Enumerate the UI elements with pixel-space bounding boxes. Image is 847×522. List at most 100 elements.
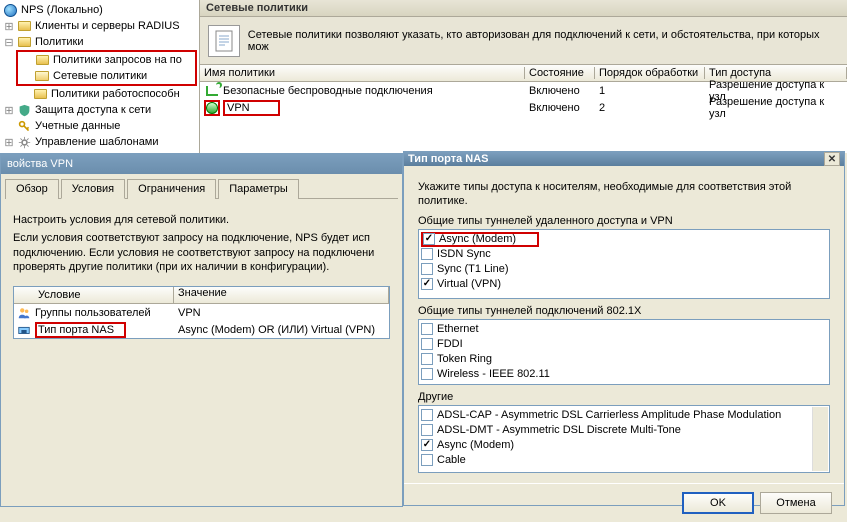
check-option[interactable]: Async (Modem) (421, 232, 539, 247)
policy-order: 1 (595, 85, 705, 97)
checkbox-icon[interactable] (423, 233, 435, 245)
check-option[interactable]: Sync (T1 Line) (421, 262, 827, 277)
checkbox-icon[interactable] (421, 409, 433, 421)
gear-icon (16, 134, 32, 150)
tab-params[interactable]: Параметры (218, 179, 299, 199)
tree-item-templates[interactable]: ⊞ Управление шаблонами (2, 134, 197, 150)
dialog-body: Укажите типы доступа к носителям, необхо… (404, 166, 844, 483)
tree-item-req-policies[interactable]: Политики запросов на по (18, 52, 195, 68)
checkbox-icon[interactable] (421, 263, 433, 275)
checkbox-icon[interactable] (421, 454, 433, 466)
scrollbar[interactable] (812, 407, 828, 471)
check-option[interactable]: ADSL-DMT - Asymmetric DSL Discrete Multi… (421, 423, 811, 438)
folder-icon (16, 34, 32, 50)
tree-label: Сетевые политики (53, 70, 147, 82)
dialog-intro: Укажите типы доступа к носителям, необхо… (418, 180, 830, 209)
policy-state: Включено (525, 85, 595, 97)
checkbox-icon[interactable] (421, 248, 433, 260)
tree-label: Клиенты и серверы RADIUS (35, 20, 180, 32)
folder-icon (16, 18, 32, 34)
content-header: Сетевые политики (200, 0, 847, 17)
checkbox-icon[interactable] (421, 353, 433, 365)
check-option[interactable]: Cable (421, 453, 811, 468)
tree-item-nap[interactable]: ⊞ Защита доступа к сети (2, 102, 197, 118)
check-option[interactable]: Ethernet (421, 322, 827, 337)
collapse-icon[interactable]: ⊟ (2, 36, 16, 49)
check-option[interactable]: Virtual (VPN) (421, 277, 827, 292)
check-option[interactable]: ISDN Sync (421, 247, 827, 262)
checkbox-icon[interactable] (421, 338, 433, 350)
checkbox-icon[interactable] (421, 424, 433, 436)
option-label: Cable (437, 454, 466, 466)
tree-label: Политики работоспособн (51, 88, 180, 100)
group-common-label: Общие типы туннелей удаленного доступа и… (418, 215, 830, 227)
dialog-title: Тип порта NAS (408, 153, 489, 165)
dialog-titlebar[interactable]: Тип порта NAS ✕ (404, 152, 844, 166)
tree-item-accounting[interactable]: Учетные данные (2, 118, 197, 134)
shield-icon (16, 102, 32, 118)
expand-icon[interactable]: ⊞ (2, 20, 16, 33)
tree-item-health-policies[interactable]: Политики работоспособн (2, 86, 197, 102)
tree-item-policies[interactable]: ⊟ Политики (2, 34, 197, 50)
checkbox-icon[interactable] (421, 439, 433, 451)
ok-button[interactable]: OK (682, 492, 754, 514)
condition-row[interactable]: Тип порта NAS Async (Modem) OR (ИЛИ) Vir… (14, 321, 389, 338)
col-value[interactable]: Значение (174, 287, 389, 303)
option-label: FDDI (437, 338, 463, 350)
check-option[interactable]: Async (Modem) (421, 438, 811, 453)
col-state[interactable]: Состояние (525, 67, 595, 79)
vpn-icon (204, 100, 220, 116)
group-8021x-label: Общие типы туннелей подключений 802.1X (418, 305, 830, 317)
listbox-8021x[interactable]: Ethernet FDDI Token Ring Wireless - IEEE… (418, 319, 830, 385)
col-type[interactable]: Тип доступа (705, 67, 847, 79)
tab-limits[interactable]: Ограничения (127, 179, 216, 199)
conditions-header: Условие Значение (14, 287, 389, 304)
option-label: Ethernet (437, 323, 479, 335)
props-tabs: Обзор Условия Ограничения Параметры (1, 174, 402, 198)
policy-row[interactable]: VPN Включено 2 Разрешение доступа к узл (200, 99, 847, 116)
nas-port-type-dialog: Тип порта NAS ✕ Укажите типы доступа к н… (403, 151, 845, 506)
props-titlebar[interactable]: войства VPN (1, 154, 402, 174)
option-label: Async (Modem) (439, 233, 516, 245)
option-label: Sync (T1 Line) (437, 263, 509, 275)
policy-name: Безопасные беспроводные подключения (223, 85, 433, 97)
policy-name: VPN (223, 100, 280, 116)
option-label: Async (Modem) (437, 439, 514, 451)
expand-icon[interactable]: ⊞ (2, 104, 16, 117)
expand-icon[interactable]: ⊞ (2, 136, 16, 149)
col-condition[interactable]: Условие (14, 287, 174, 303)
condition-row[interactable]: Группы пользователей VPN (14, 304, 389, 321)
check-option[interactable]: FDDI (421, 337, 827, 352)
check-option[interactable]: Token Ring (421, 352, 827, 367)
cancel-button[interactable]: Отмена (760, 492, 832, 514)
tab-overview[interactable]: Обзор (5, 179, 59, 199)
tab-conditions[interactable]: Условия (61, 179, 125, 199)
tree-label: Политики (35, 36, 84, 48)
checkbox-icon[interactable] (421, 278, 433, 290)
checkbox-icon[interactable] (421, 323, 433, 335)
tree-item-net-policies[interactable]: Сетевые политики (18, 68, 195, 84)
tree-root[interactable]: NPS (Локально) (2, 2, 197, 18)
condition-name: Тип порта NAS (35, 322, 126, 338)
tree-item-clients[interactable]: ⊞ Клиенты и серверы RADIUS (2, 18, 197, 34)
option-label: ADSL-CAP - Asymmetric DSL Carrierless Am… (437, 409, 781, 421)
nav-tree: NPS (Локально) ⊞ Клиенты и серверы RADIU… (0, 0, 200, 153)
check-option[interactable]: Wireless - IEEE 802.11 (421, 367, 827, 382)
group-other-label: Другие (418, 391, 830, 403)
col-order[interactable]: Порядок обработки (595, 67, 705, 79)
main-pane: NPS (Локально) ⊞ Клиенты и серверы RADIU… (0, 0, 847, 153)
col-name[interactable]: Имя политики (200, 67, 525, 79)
check-option[interactable]: ADSL-CAP - Asymmetric DSL Carrierless Am… (421, 408, 811, 423)
policy-doc-icon (208, 25, 240, 57)
listbox-other[interactable]: ADSL-CAP - Asymmetric DSL Carrierless Am… (418, 405, 830, 473)
conditions-desc: Если условия соответствуют запросу на по… (13, 231, 390, 274)
folder-open-icon (34, 68, 50, 84)
condition-value: VPN (174, 307, 389, 319)
close-button[interactable]: ✕ (824, 152, 840, 166)
wireless-icon (204, 83, 220, 99)
condition-name: Группы пользователей (35, 307, 151, 319)
checkbox-icon[interactable] (421, 368, 433, 380)
tree-root-label: NPS (Локально) (21, 4, 103, 16)
globe-icon (2, 2, 18, 18)
listbox-common[interactable]: Async (Modem) ISDN Sync Sync (T1 Line) V… (418, 229, 830, 299)
